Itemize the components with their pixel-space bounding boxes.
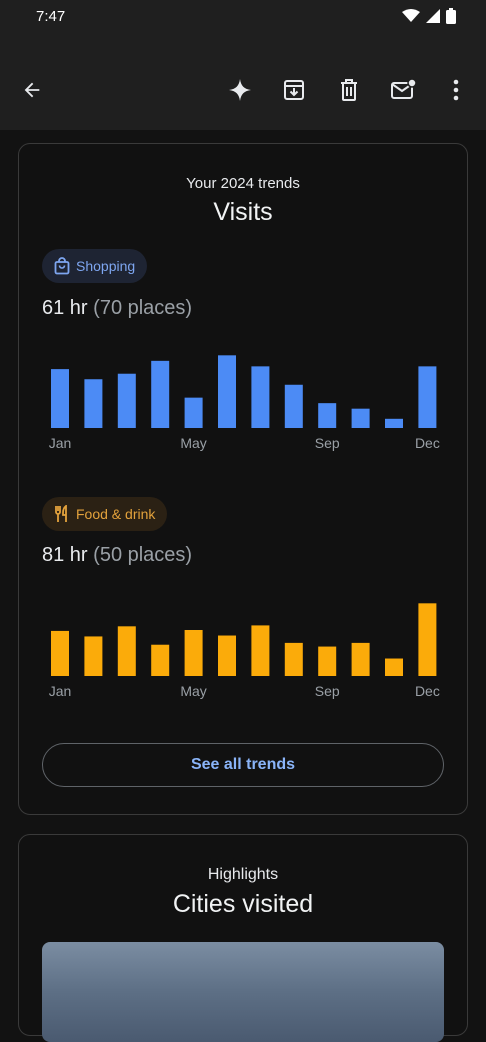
highlights-card: Highlights Cities visited <box>18 834 468 1042</box>
system-icons <box>402 8 456 24</box>
food-bar-sep <box>318 646 337 676</box>
shopping-bar-apr <box>151 360 170 428</box>
food-bar-oct <box>351 642 370 676</box>
wifi-icon <box>402 9 420 22</box>
sparkle-icon[interactable] <box>226 76 254 104</box>
status-bar: 7:47 <box>0 0 486 34</box>
food-tick-sep: Sep <box>315 683 340 699</box>
shopping-bar-mar <box>117 373 136 428</box>
food-places: (50 places) <box>93 544 193 566</box>
battery-icon <box>446 8 456 24</box>
back-arrow-icon[interactable] <box>18 76 46 104</box>
trends-card: Your 2024 trends Visits Shopping 61 hr (… <box>18 143 468 815</box>
shopping-bag-icon <box>54 257 70 275</box>
shopping-bar-jan <box>51 369 69 428</box>
shopping-tick-may: May <box>180 435 206 451</box>
shopping-chart: Jan May Sep Dec <box>49 355 440 451</box>
food-bar-may <box>184 630 203 676</box>
shopping-tick-dec: Dec <box>415 435 440 451</box>
food-bar-feb <box>84 636 103 676</box>
app-toolbar <box>0 34 486 130</box>
food-bar-aug <box>284 642 303 676</box>
shopping-bar-jun <box>218 355 236 428</box>
food-chip-label: Food & drink <box>76 506 156 522</box>
food-chart: Jan May Sep Dec <box>49 603 440 699</box>
shopping-bar-aug <box>284 384 303 428</box>
highlights-title: Cities visited <box>172 890 314 918</box>
food-hours: 81 hr <box>42 544 88 566</box>
shopping-bar-dec <box>418 366 437 428</box>
trends-title: Visits <box>213 198 273 226</box>
shopping-bar-feb <box>84 379 103 428</box>
signal-icon <box>426 9 440 23</box>
shopping-chip-label: Shopping <box>76 258 136 274</box>
shopping-bar-jul <box>251 366 270 428</box>
food-stat: 81 hr (50 places) <box>42 544 192 567</box>
food-tick-may: May <box>180 683 206 699</box>
food-tick-dec: Dec <box>415 683 440 699</box>
shopping-hours: 61 hr <box>42 297 88 319</box>
food-bar-dec <box>418 603 437 676</box>
archive-icon[interactable] <box>280 76 308 104</box>
shopping-tick-sep: Sep <box>315 435 340 451</box>
fork-knife-icon <box>55 505 67 522</box>
shopping-bar-oct <box>351 408 370 428</box>
more-vert-icon[interactable] <box>442 76 470 104</box>
food-tick-jan: Jan <box>49 683 72 699</box>
shopping-stat: 61 hr (70 places) <box>42 297 192 320</box>
city-photo[interactable] <box>42 942 444 1042</box>
see-all-trends-button[interactable]: See all trends <box>42 743 444 787</box>
food-bar-mar <box>117 626 136 676</box>
shopping-places: (70 places) <box>93 297 193 319</box>
food-bar-jan <box>51 630 69 676</box>
mail-unread-icon[interactable] <box>389 76 417 104</box>
highlights-kicker: Highlights <box>207 866 279 883</box>
shopping-bar-sep <box>318 403 337 428</box>
food-bar-apr <box>151 644 170 676</box>
shopping-chip[interactable]: Shopping <box>42 249 148 283</box>
shopping-tick-jan: Jan <box>49 435 72 451</box>
food-bar-jul <box>251 625 270 676</box>
food-bar-nov <box>385 658 403 676</box>
status-time: 7:47 <box>36 8 66 25</box>
shopping-bar-may <box>184 397 203 428</box>
shopping-bar-nov <box>385 418 403 428</box>
trends-kicker: Your 2024 trends <box>186 175 300 192</box>
trash-icon[interactable] <box>335 76 363 104</box>
food-chip[interactable]: Food & drink <box>42 497 168 531</box>
food-bar-jun <box>218 635 236 676</box>
